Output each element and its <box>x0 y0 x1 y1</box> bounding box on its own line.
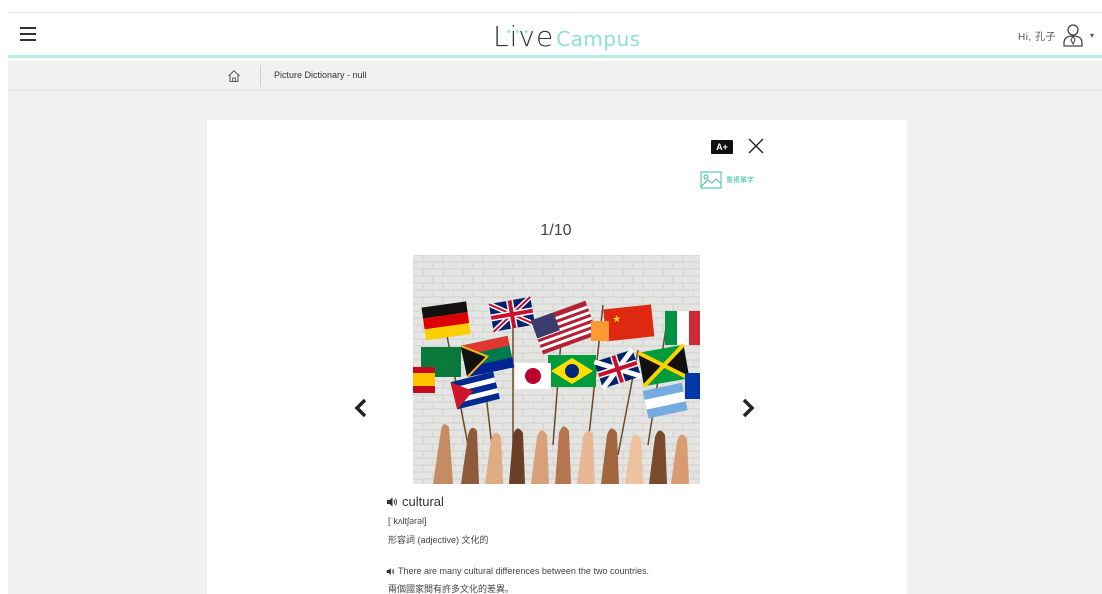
logo-dots: • • • <box>507 27 529 38</box>
breadcrumb-divider <box>260 65 261 87</box>
phonetic-transcription: [ˈkʌltʃərəl] <box>388 516 427 526</box>
user-greeting: Hi, 孔子 <box>1017 31 1056 43</box>
user-menu[interactable]: Hi, 孔子 ▾ <box>1018 23 1094 47</box>
example-sentence: There are many cultural differences betw… <box>386 566 649 576</box>
review-words-label: 重複單字 <box>726 177 754 184</box>
chevron-left-icon[interactable] <box>351 396 371 420</box>
logo-live-text: • • • Live <box>493 21 554 53</box>
chevron-right-icon[interactable] <box>738 396 758 420</box>
logo-campus-text: Campus <box>556 27 641 51</box>
part-of-speech: 形容詞 (adjective) 文化的 <box>388 535 489 545</box>
speaker-icon[interactable] <box>386 567 395 576</box>
chevron-down-icon[interactable]: ▾ <box>1090 31 1094 40</box>
top-header: • • • Live Campus Hi, 孔子 ▾ <box>8 12 1102 58</box>
user-icon[interactable] <box>1062 23 1084 47</box>
vocabulary-word: cultural <box>402 494 444 509</box>
word-entry: cultural <box>386 494 444 509</box>
example-text: There are many cultural differences betw… <box>398 566 649 576</box>
card-counter: 1/10 <box>540 222 572 239</box>
hamburger-icon[interactable] <box>20 27 36 41</box>
logo[interactable]: • • • Live Campus <box>493 17 641 53</box>
breadcrumb: Picture Dictionary - null <box>8 61 1102 91</box>
word-picture: ★ <box>413 255 700 484</box>
page-title: Picture Dictionary - null <box>274 70 367 80</box>
svg-text:★: ★ <box>612 314 622 326</box>
example-translation: 兩個國家間有許多文化的差異。 <box>388 584 515 594</box>
image-icon <box>700 171 722 189</box>
home-icon[interactable] <box>222 66 246 86</box>
review-words-button[interactable]: 重複單字 <box>700 171 754 189</box>
font-size-button[interactable]: A+ <box>711 140 733 154</box>
speaker-icon[interactable] <box>386 496 398 508</box>
close-icon[interactable] <box>746 136 766 156</box>
